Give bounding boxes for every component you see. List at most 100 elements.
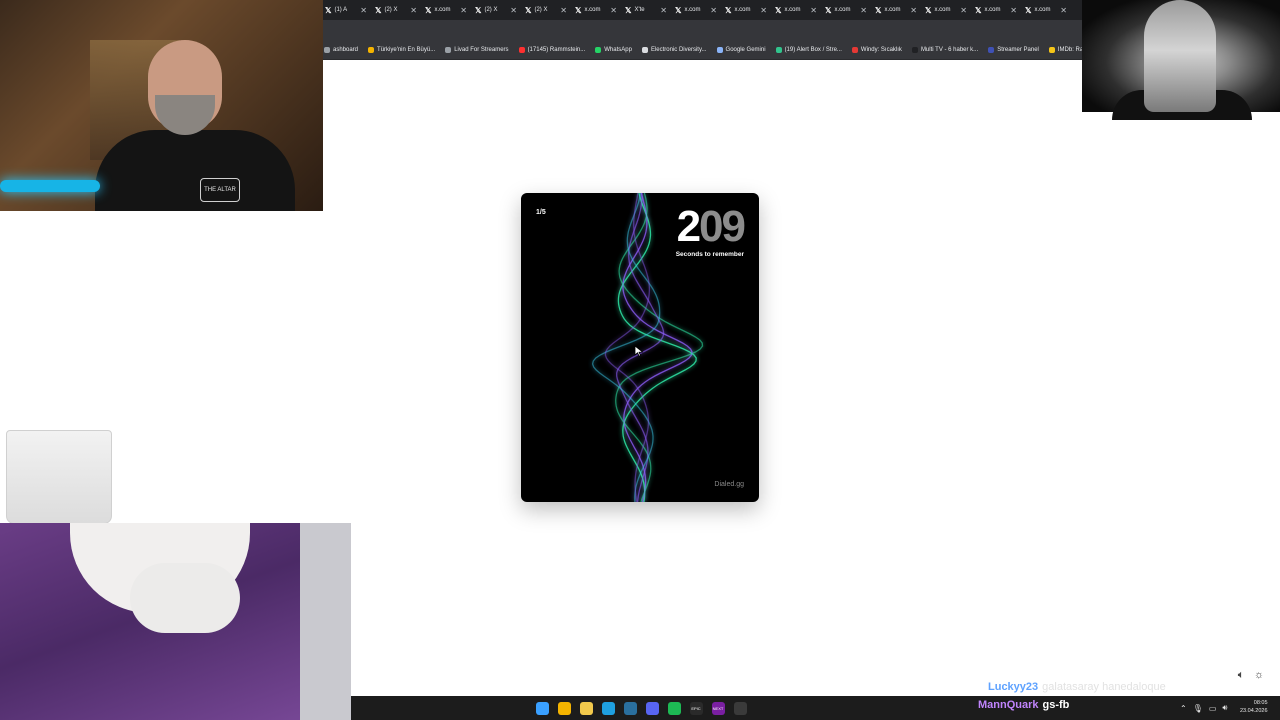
close-icon[interactable]: ✕ <box>760 6 767 15</box>
speaker-icon[interactable]: 🔈︎ <box>1234 668 1248 682</box>
browser-tab[interactable]: 𝕏x.com ✕ <box>922 0 972 20</box>
close-icon[interactable]: ✕ <box>510 6 517 15</box>
bookmark-item[interactable]: Türkiye'nin En Büyü... <box>368 46 436 53</box>
close-icon[interactable]: ✕ <box>810 6 817 15</box>
tab-label: x.com <box>984 7 1001 13</box>
tray-chevron-icon[interactable]: ⌃ <box>1180 704 1187 713</box>
bookmark-favicon-icon <box>368 46 375 53</box>
tab-label: X'te <box>634 7 645 13</box>
tab-label: (2) X <box>534 7 548 13</box>
browser-tab[interactable]: 𝕏 X'te ✕ <box>622 0 672 20</box>
windows-start-icon-glyph <box>535 701 549 715</box>
browser-tab[interactable]: 𝕏 (2) X ✕ <box>472 0 522 20</box>
bookmark-item[interactable]: (17145) Rammstein... <box>518 46 586 53</box>
timer-first-digit: 2 <box>676 202 702 251</box>
bookmark-item[interactable]: Windy: Sıcaklık <box>851 46 902 53</box>
browser-tab[interactable]: 𝕏x.com ✕ <box>1022 0 1072 20</box>
taskbar-clock[interactable]: 08:05 23.04.2026 <box>1240 699 1268 715</box>
chrome-icon[interactable] <box>553 698 575 718</box>
browser-tab[interactable]: 𝕏x.com ✕ <box>422 0 472 20</box>
browser-tab[interactable]: 𝕏 (1) A ✕ <box>322 0 372 20</box>
close-icon[interactable]: ✕ <box>560 6 567 15</box>
volume-icon[interactable]: 🔊︎ <box>1222 703 1227 713</box>
bookmark-item[interactable]: IMDb: Ratings <box>1048 46 1082 53</box>
clock-date: 23.04.2026 <box>1240 708 1268 714</box>
timer-remaining-digits: 09 <box>699 202 746 251</box>
overlay-chat-line: MannQuark gs-fb <box>978 699 1069 711</box>
bookmark-favicon-icon <box>518 46 525 53</box>
browser-tab[interactable]: 𝕏 (2) X ✕ <box>522 0 572 20</box>
x-logo-icon: 𝕏 <box>675 5 682 15</box>
bookmark-item[interactable]: Multi TV - 6 haber k... <box>911 46 978 53</box>
browser-tab[interactable]: 𝕏x.com ✕ <box>672 0 722 20</box>
bookmark-favicon-icon <box>911 46 918 53</box>
timer-label: Seconds to remember <box>675 251 744 258</box>
next-app-icon[interactable]: NEXT <box>707 698 729 718</box>
windows-start-icon[interactable] <box>531 698 553 718</box>
portrait-overlay <box>1082 0 1280 120</box>
close-icon[interactable]: ✕ <box>660 6 667 15</box>
close-icon[interactable]: ✕ <box>410 6 417 15</box>
spotify-icon[interactable] <box>663 698 685 718</box>
browser-tab[interactable]: 𝕏x.com ✕ <box>822 0 872 20</box>
browser-tab[interactable]: 𝕏x.com ✕ <box>722 0 772 20</box>
bookmark-item[interactable]: Electronic Diversity... <box>641 46 707 53</box>
tab-label: x.com <box>934 7 951 13</box>
spotify-icon-glyph <box>667 701 681 715</box>
close-icon[interactable]: ✕ <box>610 6 617 15</box>
x-logo-icon: 𝕏 <box>875 5 882 15</box>
brightness-icon[interactable]: ☼ <box>1252 668 1266 682</box>
browser-tab[interactable]: 𝕏x.com ✕ <box>772 0 822 20</box>
close-icon[interactable]: ✕ <box>710 6 717 15</box>
close-icon[interactable]: ✕ <box>860 6 867 15</box>
microphone-icon[interactable]: 🎙︎ <box>1193 704 1203 713</box>
close-icon[interactable]: ✕ <box>1060 6 1067 15</box>
epic-games-icon[interactable]: EPIC <box>685 698 707 718</box>
bookmark-label: (17145) Rammstein... <box>527 46 586 53</box>
tab-label: x.com <box>784 7 801 13</box>
bookmark-item[interactable]: Streamer Panel <box>988 46 1039 53</box>
bookmarks-bar: ashboard Türkiye'nin En Büyü... Livad For … <box>322 40 1082 60</box>
bookmark-item[interactable]: Livad For Streamers <box>445 46 509 53</box>
bookmark-label: ashboard <box>333 46 359 53</box>
close-icon[interactable]: ✕ <box>1010 6 1017 15</box>
x-logo-icon: 𝕏 <box>925 5 932 15</box>
bookmark-label: Livad For Streamers <box>454 46 509 53</box>
browser-tab[interactable]: 𝕏 (2) X ✕ <box>372 0 422 20</box>
x-logo-icon: 𝕏 <box>475 5 482 15</box>
tab-label: x.com <box>584 7 601 13</box>
edge-icon[interactable] <box>597 698 619 718</box>
bookmark-item[interactable]: Google Gemini <box>716 46 766 53</box>
x-logo-icon: 𝕏 <box>1025 5 1032 15</box>
close-icon[interactable]: ✕ <box>960 6 967 15</box>
screen: 𝕏 (1) A ✕ 𝕏 (2) X ✕ 𝕏x.com ✕ 𝕏 (2) X ✕ 𝕏 (2) X ✕ 𝕏x.co… <box>0 0 1280 720</box>
bookmark-item[interactable]: ashboard <box>324 46 359 53</box>
epic-games-icon-glyph: EPIC <box>689 701 703 715</box>
browser-tab[interactable]: 𝕏x.com ✕ <box>972 0 1022 20</box>
close-icon[interactable]: ✕ <box>460 6 467 15</box>
bookmark-item[interactable]: WhatsApp <box>595 46 632 53</box>
x-logo-icon: 𝕏 <box>825 5 832 15</box>
close-icon[interactable]: ✕ <box>360 6 367 15</box>
browser-tab[interactable]: 𝕏x.com ✕ <box>572 0 622 20</box>
steam-icon[interactable] <box>619 698 641 718</box>
timer-display: 209 <box>676 201 746 253</box>
tab-label: x.com <box>1034 7 1051 13</box>
bookmark-favicon-icon <box>775 46 782 53</box>
network-icon[interactable]: ▭ <box>1209 704 1217 713</box>
file-explorer-icon[interactable] <box>575 698 597 718</box>
glass-overlay <box>6 430 112 524</box>
browser-tab[interactable]: 𝕏x.com ✕ <box>872 0 922 20</box>
obs-icon[interactable] <box>729 698 751 718</box>
close-icon[interactable]: ✕ <box>910 6 917 15</box>
bookmark-label: (19) Alert Box / Stre... <box>784 46 842 53</box>
bookmark-favicon-icon <box>445 46 452 53</box>
portrait-face <box>1144 0 1216 112</box>
bookmark-favicon-icon <box>1048 46 1055 53</box>
discord-icon-glyph <box>645 701 659 715</box>
overlay-username: MannQuark <box>978 699 1039 711</box>
bookmark-favicon-icon <box>851 46 858 53</box>
discord-icon[interactable] <box>641 698 663 718</box>
bookmark-item[interactable]: (19) Alert Box / Stre... <box>775 46 842 53</box>
bookmark-label: Türkiye'nin En Büyü... <box>377 46 436 53</box>
